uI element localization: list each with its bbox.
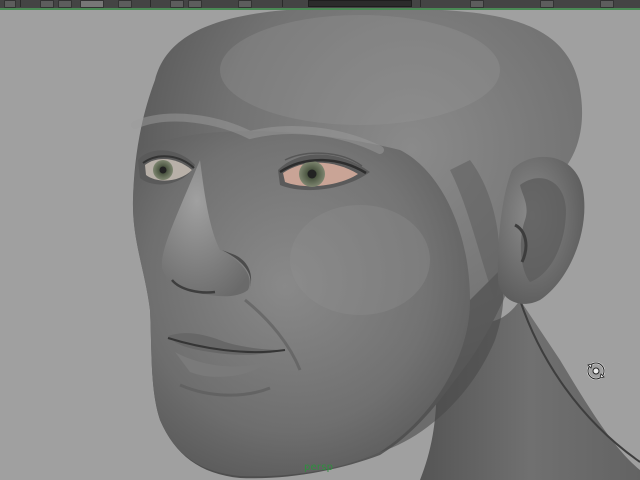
toolbar-button[interactable] bbox=[470, 0, 484, 8]
3d-viewport[interactable]: persp bbox=[0, 0, 640, 480]
toolbar-button[interactable] bbox=[188, 0, 202, 8]
head-model bbox=[131, 7, 640, 480]
toolbar-button-active[interactable] bbox=[80, 0, 104, 8]
camera-name-label: persp bbox=[304, 462, 334, 473]
toolbar-separator bbox=[420, 0, 421, 7]
toolbar-button[interactable] bbox=[600, 0, 614, 8]
toolbar-button[interactable] bbox=[170, 0, 184, 8]
right-pupil bbox=[307, 169, 317, 179]
toolbar-accent-line bbox=[0, 8, 640, 10]
toolbar-separator bbox=[282, 0, 283, 7]
camera-orbit-icon[interactable] bbox=[584, 359, 608, 383]
toolbar-button[interactable] bbox=[540, 0, 554, 8]
toolbar-button[interactable] bbox=[118, 0, 132, 8]
toolbar-field[interactable] bbox=[308, 0, 412, 7]
toolbar-separator bbox=[150, 0, 151, 7]
toolbar-button[interactable] bbox=[238, 0, 252, 8]
toolbar-button[interactable] bbox=[4, 0, 16, 8]
toolbar-separator bbox=[20, 0, 21, 7]
toolbar-button[interactable] bbox=[40, 0, 54, 8]
cheek-highlight bbox=[290, 205, 430, 315]
forehead-highlight bbox=[220, 15, 500, 125]
toolbar-button[interactable] bbox=[58, 0, 72, 8]
left-pupil bbox=[159, 166, 167, 174]
